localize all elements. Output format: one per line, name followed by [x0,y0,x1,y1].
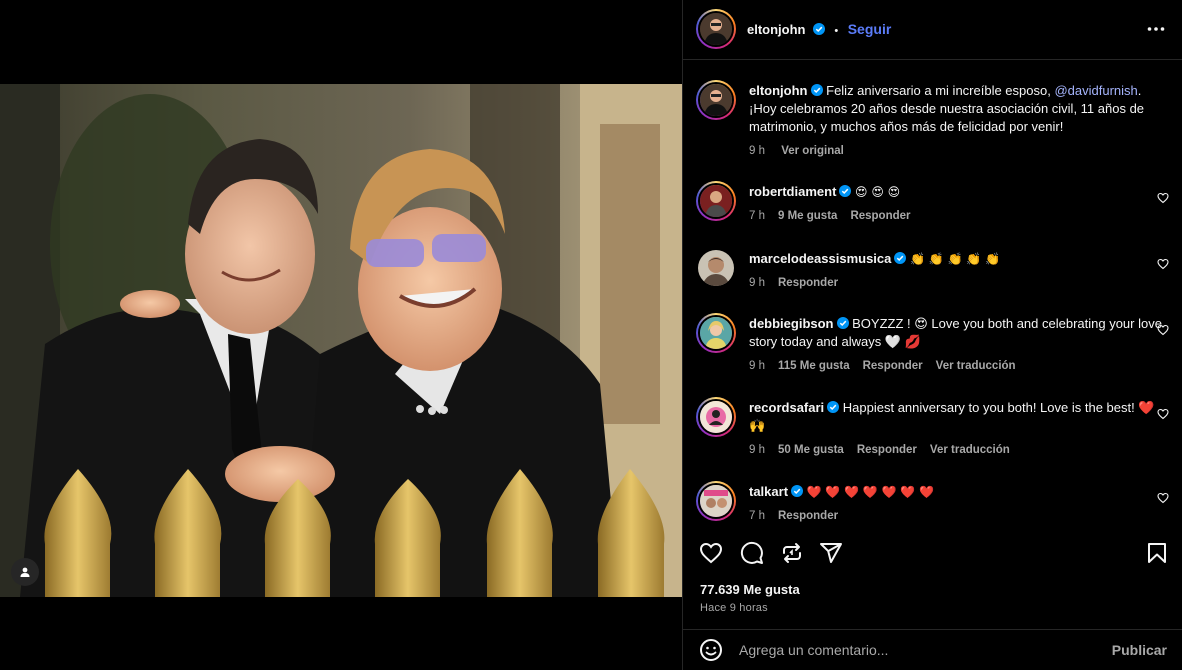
repost-icon[interactable] [780,541,804,565]
caption-username[interactable]: eltonjohn [749,83,808,98]
user-tag-button[interactable] [11,558,39,586]
verified-badge-icon [839,185,852,197]
comment-username[interactable]: robertdiament [749,184,836,199]
comment-like-icon[interactable] [1157,324,1169,336]
comment-username[interactable]: talkart [749,484,788,499]
translate-link[interactable]: Ver traducción [930,444,1010,456]
comment-time: 9 h [749,360,765,372]
post-panel: eltonjohn • Seguir eltonjohn Feliz anive… [682,0,1182,670]
comment-time: 7 h [749,210,765,222]
author-avatar[interactable] [696,9,736,49]
comment-time: 7 h [749,510,765,522]
comments-list[interactable]: eltonjohn Feliz aniversario a mi increíb… [683,61,1182,531]
verified-badge-icon [894,252,907,264]
translate-link[interactable]: Ver traducción [936,360,1016,372]
post-media [0,0,682,670]
comment-text: 😍 😍 😍 [855,185,901,199]
comment-time: 9 h [749,444,765,456]
publish-button[interactable]: Publicar [1112,642,1167,658]
caption-text: eltonjohn Feliz aniversario a mi increíb… [749,82,1169,136]
comment-avatar[interactable] [698,250,734,286]
verified-badge-icon [836,317,849,329]
reply-button[interactable]: Responder [778,510,838,522]
share-icon[interactable] [819,541,843,565]
comment-text: ❤️ ❤️ ❤️ ❤️ ❤️ ❤️ ❤️ [806,485,935,499]
caption-mention[interactable]: @davidfurnish [1054,83,1137,98]
comment-likes[interactable]: 50 Me gusta [778,444,844,456]
verified-badge-icon [812,23,825,35]
post-time: Hace 9 horas [700,602,768,614]
caption-body-1: Feliz aniversario a mi increíble esposo, [826,83,1055,98]
comment-username[interactable]: marcelodeassismusica [749,251,891,266]
emoji-icon[interactable] [699,638,723,662]
author-username[interactable]: eltonjohn [747,22,806,37]
comment-likes[interactable]: 9 Me gusta [778,210,837,222]
reply-button[interactable]: Responder [778,277,838,289]
follow-button[interactable]: Seguir [848,21,892,37]
post-photo[interactable] [0,84,682,597]
comment-text: 👏 👏 👏 👏 👏 [910,252,1000,266]
reply-button[interactable]: Responder [857,444,917,456]
comment-avatar[interactable] [696,481,736,521]
comment-avatar[interactable] [696,397,736,437]
comment-username[interactable]: debbiegibson [749,316,834,331]
comment-like-icon[interactable] [1157,492,1169,504]
caption-meta: 9 h Ver original [749,145,857,157]
see-original-link[interactable]: Ver original [781,145,844,157]
caption-time: 9 h [749,145,765,157]
comment-like-icon[interactable] [1157,192,1169,204]
comment-like-icon[interactable] [1157,408,1169,420]
comment-composer: Publicar [683,629,1182,670]
comment-likes[interactable]: 115 Me gusta [778,360,850,372]
comment-icon[interactable] [740,541,764,565]
more-icon[interactable] [1147,26,1165,32]
like-icon[interactable] [699,541,723,565]
verified-badge-icon [791,485,804,497]
comment-avatar[interactable] [696,181,736,221]
verified-badge-icon [827,401,840,413]
likes-count[interactable]: 77.639 Me gusta [700,582,800,597]
header-separator: • [834,25,839,37]
comment-username[interactable]: recordsafari [749,400,824,415]
comment-like-icon[interactable] [1157,258,1169,270]
save-icon[interactable] [1145,541,1169,565]
verified-badge-icon [810,84,823,96]
post-header: eltonjohn • Seguir [683,0,1182,60]
action-bar [683,533,1182,573]
reply-button[interactable]: Responder [850,210,910,222]
comment-time: 9 h [749,277,765,289]
reply-button[interactable]: Responder [863,360,923,372]
comment-avatar[interactable] [696,313,736,353]
post-photo-image [0,84,682,597]
caption-avatar[interactable] [696,80,736,120]
user-tag-icon [20,567,30,577]
comment-input[interactable] [739,639,1099,661]
